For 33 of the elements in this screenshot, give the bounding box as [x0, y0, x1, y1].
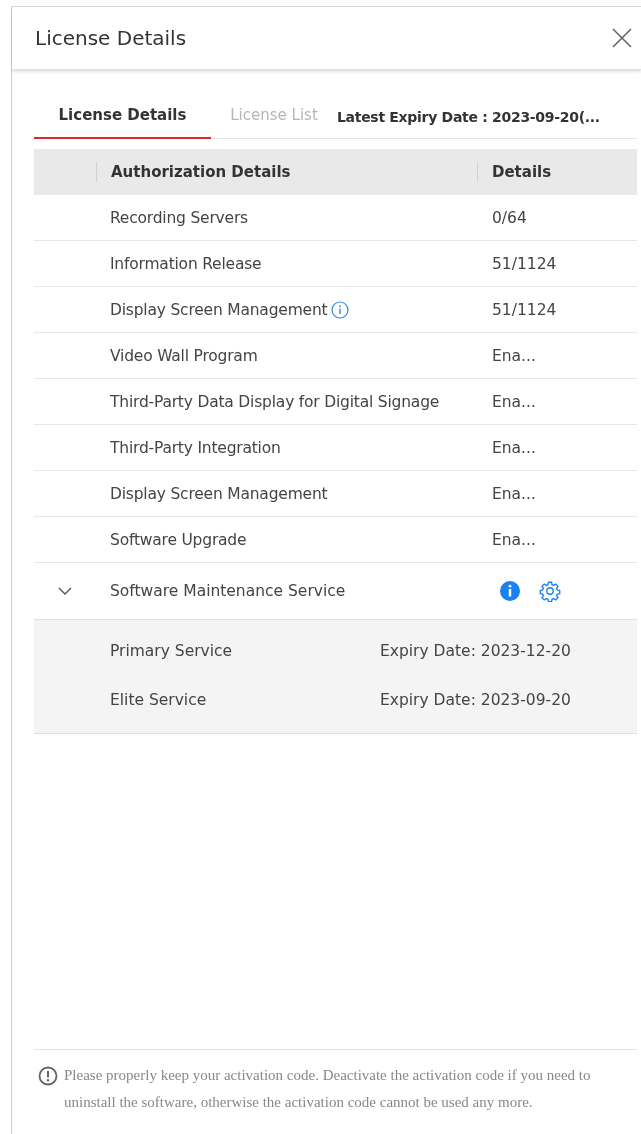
- table-cell-text: 51/1124: [491, 300, 558, 319]
- settings-icon[interactable]: [539, 580, 561, 602]
- table-cell-text: Primary Service: [109, 641, 234, 660]
- expand-toggle[interactable]: [58, 586, 72, 596]
- expiry-label: Latest Expiry Date : 2023-09-20(...: [337, 109, 600, 127]
- table-cell-text: Expiry Date: 2023-09-20: [380, 690, 572, 709]
- table-cell: Third-Party Data Display for Digital Signage: [110, 392, 440, 411]
- table-cell-text: Elite Service: [109, 690, 208, 709]
- table-cell-text: Ena...: [491, 484, 537, 503]
- column-header: Authorization Details: [96, 162, 477, 182]
- table-cell-text: Ena...: [491, 392, 537, 411]
- notice-text: Please properly keep your activation code. Deactivate the activation code if you need to uninstall the software, otherwise the activation code cannot be used any more.: [64, 1066, 592, 1112]
- table-cell-text: 0/64: [491, 208, 528, 227]
- table-cell: Recording Servers: [110, 208, 248, 227]
- table-cell: Display Screen Management: [110, 484, 328, 503]
- table-cell-text: Expiry Date: 2023-12-20: [380, 641, 572, 660]
- tab[interactable]: License Details: [34, 106, 211, 139]
- table-cell-text: 51/1124: [491, 254, 558, 273]
- column-header: Details: [477, 162, 637, 182]
- dialog-title: License Details: [35, 26, 187, 50]
- table-cell-text: Software Maintenance Service: [109, 582, 347, 600]
- table-cell: Display Screen Management: [110, 300, 328, 319]
- table-cell-text: Ena...: [491, 438, 537, 457]
- warning-icon: [38, 1066, 58, 1086]
- close-button[interactable]: [611, 27, 633, 49]
- table-cell: Software Upgrade: [110, 530, 247, 549]
- table-cell: Information Release: [110, 254, 262, 273]
- table-cell-text: Ena...: [491, 530, 537, 549]
- info-icon[interactable]: [331, 300, 350, 319]
- info-icon[interactable]: [499, 580, 521, 602]
- table-cell: Third-Party Integration: [110, 438, 281, 457]
- table-cell: Video Wall Program: [110, 346, 258, 365]
- table-cell-text: Ena...: [491, 346, 537, 365]
